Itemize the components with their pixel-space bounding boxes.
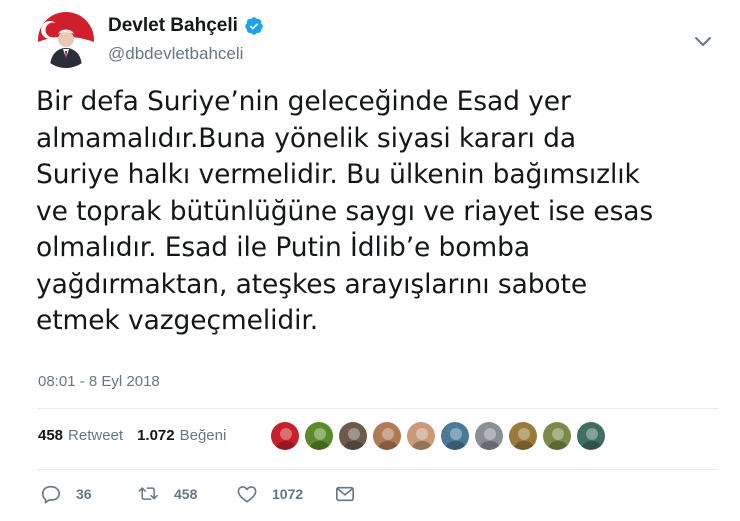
tweet-timestamp[interactable]: 08:01 - 8 Eyl 2018 xyxy=(38,373,160,390)
liker-avatars xyxy=(270,421,610,451)
retweet-stat-label[interactable]: Retweet xyxy=(68,427,123,444)
user-handle[interactable]: @dbdevletbahceli xyxy=(108,44,243,64)
reply-count: 36 xyxy=(76,486,92,502)
envelope-icon xyxy=(336,486,354,502)
avatar-lake-photo[interactable] xyxy=(576,421,606,451)
like-count: 1072 xyxy=(272,486,304,502)
retweet-count: 458 xyxy=(174,486,198,502)
avatar-red-emblem[interactable] xyxy=(270,421,300,451)
like-button[interactable]: 1072 xyxy=(236,484,334,504)
direct-message-button[interactable] xyxy=(334,484,356,504)
divider xyxy=(38,469,718,470)
tweet-text: Bir defa Suriye’nin geleceğinde Esad yer… xyxy=(36,86,654,336)
avatar-group-photo[interactable] xyxy=(338,421,368,451)
reply-icon xyxy=(42,485,61,504)
verified-badge-icon xyxy=(244,16,264,36)
tweet-card: Devlet Bahçeli @dbdevletbahceli Bir defa… xyxy=(0,0,740,521)
avatar-man-photo[interactable] xyxy=(474,421,504,451)
avatar[interactable] xyxy=(38,12,94,68)
avatar-green-emblem[interactable] xyxy=(304,421,334,451)
avatar-sea-photo[interactable] xyxy=(440,421,470,451)
like-stat-label[interactable]: Beğeni xyxy=(180,427,227,444)
tweet-stats: 458 Retweet 1.072 Beğeni xyxy=(38,427,240,444)
avatar-image xyxy=(38,12,94,68)
chevron-down-icon[interactable] xyxy=(692,30,714,52)
reply-button[interactable]: 36 xyxy=(40,484,138,504)
like-stat-count[interactable]: 1.072 xyxy=(137,427,175,444)
heart-icon xyxy=(237,486,257,503)
retweet-icon xyxy=(138,487,158,500)
divider xyxy=(38,408,718,409)
avatar-woman-photo[interactable] xyxy=(372,421,402,451)
tweet-actions: 36 458 1072 xyxy=(40,484,356,504)
name-row: Devlet Bahçeli xyxy=(108,14,264,38)
display-name[interactable]: Devlet Bahçeli xyxy=(108,15,238,37)
retweet-stat-count[interactable]: 458 xyxy=(38,427,63,444)
avatar-landscape-photo[interactable] xyxy=(508,421,538,451)
retweet-button[interactable]: 458 xyxy=(138,484,236,504)
avatar-woman-photo-2[interactable] xyxy=(406,421,436,451)
avatar-field-photo[interactable] xyxy=(542,421,572,451)
